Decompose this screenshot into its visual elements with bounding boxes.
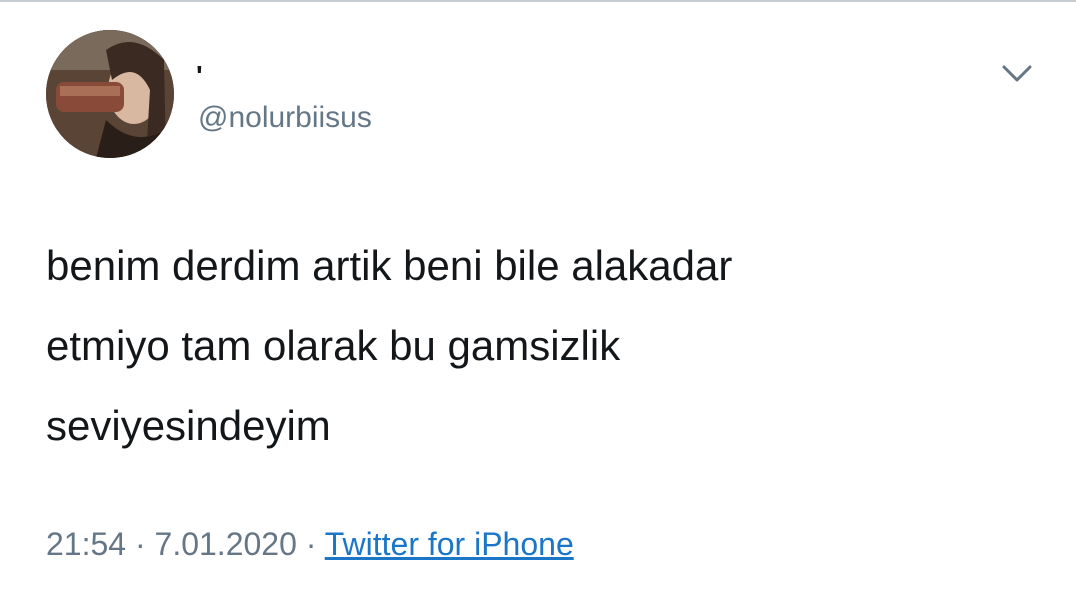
tweet-text-line: benim derdim artik beni bile alakadar: [46, 242, 733, 289]
meta-separator: ·: [134, 526, 146, 562]
tweet-source-link[interactable]: Twitter for iPhone: [325, 526, 574, 562]
avatar[interactable]: [46, 30, 174, 158]
meta-separator: ·: [305, 526, 317, 562]
tweet-time[interactable]: 21:54: [46, 526, 126, 562]
tweet-meta: 21:54 · 7.01.2020 · Twitter for iPhone: [46, 522, 574, 566]
tweet-text: benim derdim artik beni bile alakadar et…: [46, 226, 1006, 466]
chevron-down-icon[interactable]: [1000, 60, 1034, 86]
user-handle[interactable]: @nolurbiisus: [198, 100, 372, 136]
tweet-text-line: etmiyo tam olarak bu gamsizlik: [46, 322, 621, 369]
tweet-date[interactable]: 7.01.2020: [155, 526, 297, 562]
top-divider: [0, 0, 1076, 2]
display-name[interactable]: ': [196, 62, 203, 90]
tweet-text-line: seviyesindeyim: [46, 402, 331, 449]
